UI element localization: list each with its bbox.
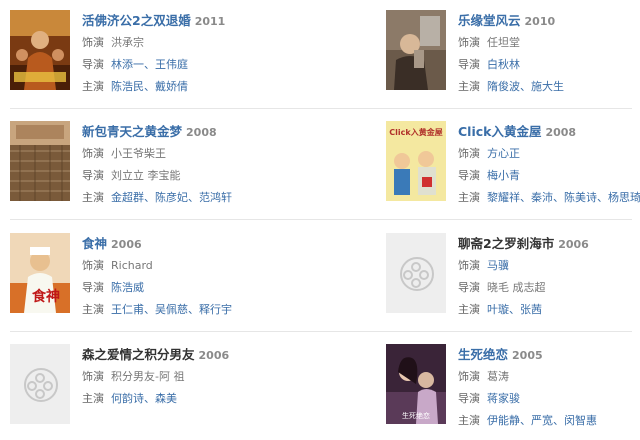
- row-divider: [10, 331, 632, 332]
- movie-title[interactable]: 聊斋2之罗刹海市: [458, 236, 554, 251]
- role-value: 洪承宗: [111, 36, 144, 49]
- movie-title[interactable]: 食神: [82, 236, 107, 251]
- role-label: 饰演: [82, 259, 104, 272]
- cast-value[interactable]: 王仁甫、吴佩慈、释行宇: [111, 303, 232, 316]
- role-value: Richard: [111, 259, 153, 272]
- director-label: 导演: [458, 392, 480, 405]
- role-label: 饰演: [82, 370, 104, 383]
- movie-year: 2006: [198, 349, 230, 362]
- row-divider: [10, 219, 632, 220]
- cast-value[interactable]: 伊能静、严宽、闵智惠: [487, 414, 597, 427]
- director-value[interactable]: 陈浩威: [111, 281, 144, 294]
- movie-year: 2006: [111, 238, 142, 251]
- cast-value[interactable]: 叶璇、张茜: [487, 303, 542, 316]
- director-value[interactable]: 梅小青: [487, 169, 520, 182]
- movie-year: 2008: [545, 126, 577, 139]
- director-label: 导演: [458, 58, 480, 71]
- movie-card[interactable]: 森之爱情之积分男友 2006 饰演 积分男友-阿 祖 主演 何韵诗、森美: [10, 344, 310, 440]
- director-value: 晓毛 成志超: [487, 281, 546, 294]
- movie-card[interactable]: 乐缘堂风云 2010 饰演 任坦堂 导演 白秋林 主演 隋俊波、施大生: [386, 10, 640, 106]
- movie-card[interactable]: 新包青天之黄金梦 2008 饰演 小王爷柴王 导演 刘立立 李宝能 主演 金超群、陈彦妃…: [10, 121, 310, 217]
- director-value: 刘立立 李宝能: [111, 169, 181, 182]
- cast-value[interactable]: 隋俊波、施大生: [487, 80, 564, 93]
- movie-year: 2006: [558, 238, 589, 251]
- cast-label: 主演: [458, 80, 480, 93]
- movie-year: 2008: [186, 126, 217, 139]
- movie-poster[interactable]: 食神: [10, 233, 70, 313]
- role-label: 饰演: [82, 147, 104, 160]
- role-value: 小王爷柴王: [111, 147, 166, 160]
- director-label: 导演: [458, 169, 480, 182]
- poster-title-text: 食神: [32, 288, 60, 305]
- director-label: 导演: [458, 281, 480, 294]
- filmography-grid: 活佛济公2之双退婚 2011 饰演 洪承宗 导演 林添一、王伟庭 主演 陈浩民、戴娇倩 …: [0, 0, 640, 439]
- movie-card[interactable]: 食神 食神 2006 饰演 Richard 导演 陈浩威 主演 王仁甫、吴佩慈、释行宇: [10, 233, 310, 329]
- cast-label: 主演: [82, 191, 104, 204]
- movie-title[interactable]: 生死绝恋: [458, 347, 508, 362]
- role-value[interactable]: 方心正: [487, 147, 520, 160]
- role-label: 饰演: [458, 259, 480, 272]
- cast-label: 主演: [82, 392, 104, 405]
- role-value: 任坦堂: [487, 36, 520, 49]
- role-value[interactable]: 马骥: [487, 259, 509, 272]
- movie-title[interactable]: 森之爱情之积分男友: [82, 347, 195, 362]
- movie-card[interactable]: Click入黄金屋 Click入黄金屋 2008 饰演 方心正 导演 梅小青 主演 黎耀…: [386, 121, 640, 217]
- row-divider: [10, 108, 632, 109]
- cast-value[interactable]: 黎耀祥、秦沛、陈美诗、杨思琦: [487, 191, 640, 204]
- director-value[interactable]: 蒋家骏: [487, 392, 520, 405]
- movie-year: 2011: [194, 15, 226, 28]
- role-value: 葛涛: [487, 370, 509, 383]
- movie-poster[interactable]: Click入黄金屋: [386, 121, 446, 201]
- cast-label: 主演: [458, 303, 480, 316]
- poster-placeholder-icon[interactable]: [10, 344, 70, 424]
- movie-title[interactable]: 乐缘堂风云: [458, 13, 521, 28]
- cast-value[interactable]: 金超群、陈彦妃、范鸿轩: [111, 191, 232, 204]
- movie-title[interactable]: 新包青天之黄金梦: [82, 124, 182, 139]
- role-label: 饰演: [82, 36, 104, 49]
- director-value[interactable]: 白秋林: [487, 58, 520, 71]
- cast-label: 主演: [82, 80, 104, 93]
- director-label: 导演: [82, 58, 104, 71]
- director-value[interactable]: 林添一、王伟庭: [111, 58, 188, 71]
- movie-poster[interactable]: [10, 121, 70, 201]
- movie-title[interactable]: Click入黄金屋: [458, 124, 541, 139]
- movie-year: 2010: [524, 15, 556, 28]
- movie-poster[interactable]: 生死绝恋: [386, 344, 446, 424]
- role-value: 积分男友-阿 祖: [111, 370, 185, 383]
- cast-label: 主演: [82, 303, 104, 316]
- movie-card[interactable]: 活佛济公2之双退婚 2011 饰演 洪承宗 导演 林添一、王伟庭 主演 陈浩民、戴娇倩: [10, 10, 310, 106]
- role-label: 饰演: [458, 36, 480, 49]
- role-label: 饰演: [458, 370, 480, 383]
- cast-value[interactable]: 何韵诗、森美: [111, 392, 177, 405]
- cast-label: 主演: [458, 414, 480, 427]
- movie-title[interactable]: 活佛济公2之双退婚: [82, 13, 191, 28]
- director-label: 导演: [82, 281, 104, 294]
- poster-title-text: Click入黄金屋: [389, 127, 442, 137]
- movie-card[interactable]: 聊斋2之罗刹海市 2006 饰演 马骥 导演 晓毛 成志超 主演 叶璇、张茜: [386, 233, 640, 329]
- movie-poster[interactable]: [386, 10, 446, 90]
- cast-value[interactable]: 陈浩民、戴娇倩: [111, 80, 188, 93]
- cast-label: 主演: [458, 191, 480, 204]
- movie-year: 2005: [512, 349, 543, 362]
- poster-title-text: 生死绝恋: [402, 411, 430, 420]
- movie-card[interactable]: 生死绝恋 生死绝恋 2005 饰演 葛涛 导演 蒋家骏 主演 伊能静、严宽、闵智惠: [386, 344, 640, 440]
- movie-poster[interactable]: [10, 10, 70, 90]
- role-label: 饰演: [458, 147, 480, 160]
- director-label: 导演: [82, 169, 104, 182]
- poster-placeholder-icon[interactable]: [386, 233, 446, 313]
